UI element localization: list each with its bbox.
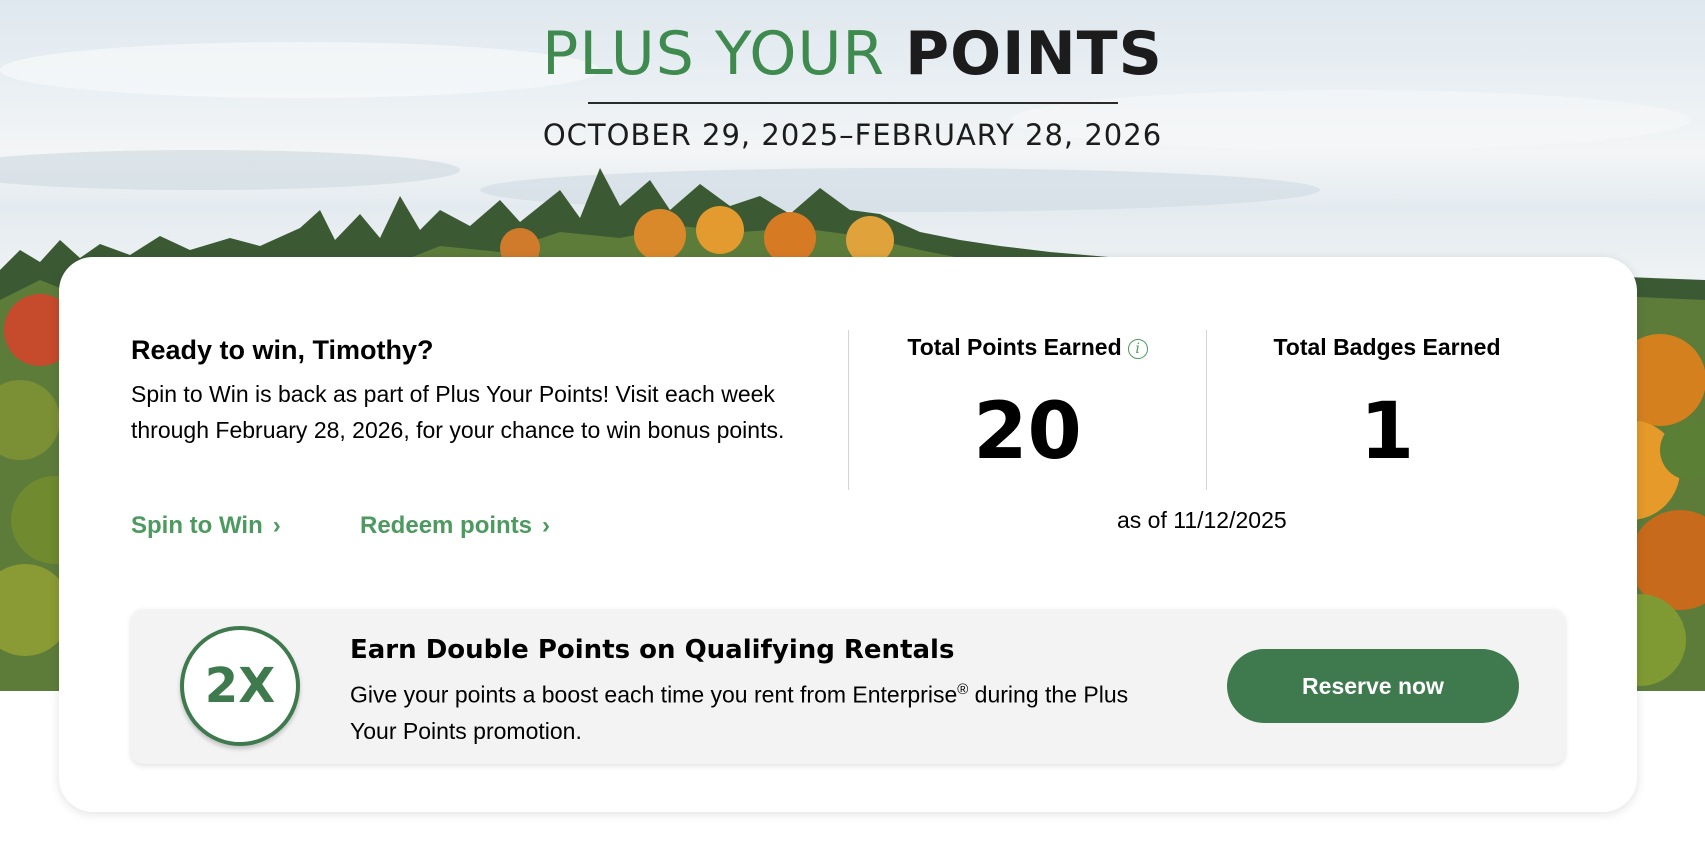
double-points-badge: 2X xyxy=(180,626,300,746)
registered-mark: ® xyxy=(957,681,969,698)
info-icon[interactable]: i xyxy=(1127,338,1148,359)
greeting-heading: Ready to win, Timothy? xyxy=(131,335,434,365)
total-points-label: Total Points Earned i xyxy=(849,334,1206,361)
total-badges-value: 1 xyxy=(1359,387,1415,477)
promotion-dates: OCTOBER 29, 2025–FEBRUARY 28, 2026 xyxy=(542,118,1163,152)
title-light: PLUS YOUR xyxy=(542,19,906,89)
title-divider xyxy=(587,102,1118,104)
total-badges-label: Total Badges Earned xyxy=(1273,334,1501,360)
points-card: Ready to win, Timothy? Spin to Win is ba… xyxy=(59,257,1637,812)
as-of-date: as of 11/12/2025 xyxy=(1117,507,1287,533)
double-points-promo: 2X Earn Double Points on Qualifying Rent… xyxy=(131,609,1565,764)
chevron-right-icon: › xyxy=(272,512,281,539)
spin-to-win-label: Spin to Win xyxy=(131,512,263,539)
header: PLUS YOUR POINTS OCTOBER 29, 2025–FEBRUA… xyxy=(0,18,1705,152)
total-points-label-text: Total Points Earned xyxy=(907,334,1122,360)
page-title: PLUS YOUR POINTS xyxy=(0,18,1705,90)
total-points-value: 20 xyxy=(973,387,1082,477)
promo-heading: Earn Double Points on Qualifying Rentals xyxy=(350,635,955,665)
redeem-points-label: Redeem points xyxy=(360,512,533,539)
chevron-right-icon: › xyxy=(542,512,551,539)
spin-to-win-link[interactable]: Spin to Win › xyxy=(131,512,281,540)
promo-body: Give your points a boost each time you r… xyxy=(350,672,1130,749)
title-bold: POINTS xyxy=(905,19,1163,89)
promo-body-text-1: Give your points a boost each time you r… xyxy=(350,681,958,708)
greeting-body: Spin to Win is back as part of Plus Your… xyxy=(131,381,785,443)
redeem-points-link[interactable]: Redeem points › xyxy=(360,512,550,540)
reserve-now-button[interactable]: Reserve now xyxy=(1227,649,1519,723)
